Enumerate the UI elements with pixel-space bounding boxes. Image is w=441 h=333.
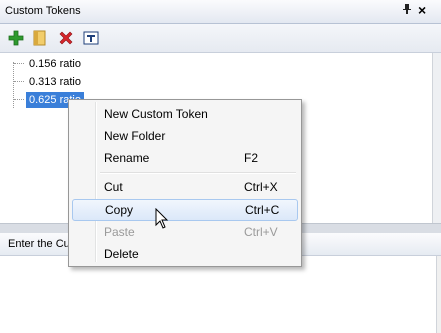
menu-separator	[100, 172, 296, 174]
pin-icon[interactable]	[402, 3, 412, 18]
text-icon	[83, 31, 99, 45]
menu-item-new-folder[interactable]: New Folder	[72, 126, 296, 146]
bottom-panel-title: Enter the Cu	[8, 238, 70, 250]
menu-item-shortcut: Ctrl+X	[244, 180, 278, 194]
menu-item-rename[interactable]: Rename F2	[72, 148, 296, 168]
panel-title: Custom Tokens	[5, 5, 81, 17]
vertical-scrollbar[interactable]	[432, 53, 441, 223]
add-button[interactable]	[7, 29, 25, 47]
close-icon[interactable]: ×	[418, 2, 426, 18]
tree-connector	[13, 62, 15, 108]
menu-item-label: Copy	[105, 203, 134, 217]
menu-item-paste: Paste Ctrl+V	[72, 222, 296, 242]
green-plus-icon	[8, 30, 24, 46]
tree-item[interactable]: 0.313 ratio	[26, 74, 84, 90]
tree-connector	[14, 81, 24, 82]
menu-item-copy[interactable]: Copy Ctrl+C	[72, 199, 298, 221]
mouse-cursor-icon	[155, 208, 169, 229]
folder-button[interactable]	[31, 29, 49, 47]
bottom-panel-body[interactable]	[0, 256, 437, 333]
menu-item-shortcut: Ctrl+C	[245, 203, 280, 217]
menu-item-label: Rename	[104, 151, 150, 165]
tree-item[interactable]: 0.156 ratio	[26, 56, 84, 72]
context-menu: New Custom Token New Folder Rename F2 Cu…	[68, 99, 302, 267]
menu-item-shortcut: Ctrl+V	[244, 225, 278, 239]
menu-item-label: Delete	[104, 247, 139, 261]
menu-item-label: Cut	[104, 180, 123, 194]
menu-item-delete[interactable]: Delete	[72, 244, 296, 264]
folder-icon	[33, 30, 46, 46]
toolbar	[0, 24, 441, 53]
delete-button[interactable]	[57, 29, 75, 47]
menu-item-shortcut: F2	[244, 151, 259, 165]
menu-item-cut[interactable]: Cut Ctrl+X	[72, 177, 296, 197]
tree-connector	[14, 99, 24, 100]
tree-connector	[14, 63, 24, 64]
panel-titlebar: Custom Tokens ×	[0, 0, 441, 24]
text-button[interactable]	[82, 29, 100, 47]
red-x-icon	[59, 31, 73, 45]
menu-item-new-custom-token[interactable]: New Custom Token	[72, 104, 296, 124]
menu-item-label: New Custom Token	[104, 107, 208, 121]
menu-item-label: Paste	[104, 225, 135, 239]
menu-item-label: New Folder	[104, 129, 166, 143]
